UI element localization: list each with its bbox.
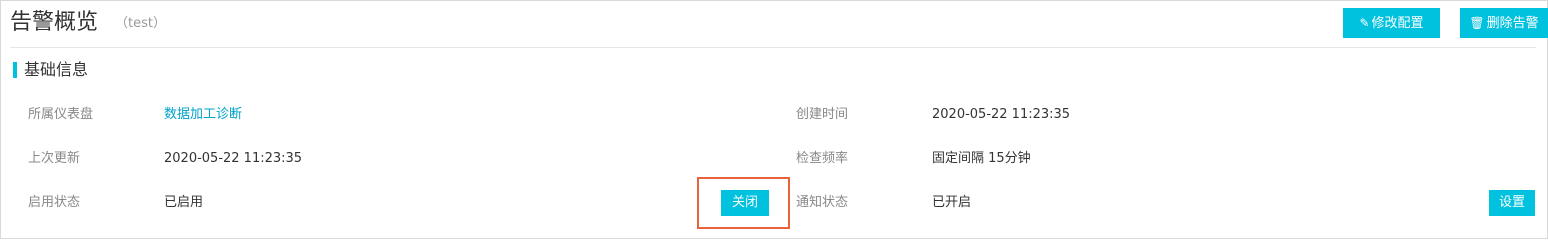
page-subtitle: （test）: [115, 16, 166, 31]
edit-icon: ✎: [1359, 16, 1370, 30]
edit-config-button[interactable]: ✎ 修改配置: [1343, 8, 1440, 38]
created-time-value: 2020-05-22 11:23:35: [932, 107, 1071, 122]
notify-settings-button[interactable]: 设置: [1489, 190, 1535, 216]
last-updated-label: 上次更新: [28, 151, 81, 166]
section-title: 基础信息: [24, 60, 89, 79]
edit-config-label: 修改配置: [1371, 16, 1424, 31]
notify-status-value: 已开启: [932, 195, 972, 210]
enabled-status-value: 已启用: [164, 195, 204, 210]
created-time-label: 创建时间: [796, 107, 849, 122]
check-frequency-label: 检查频率: [796, 151, 849, 166]
page-title: 告警概览: [10, 10, 99, 35]
disable-alert-button[interactable]: 关闭: [721, 190, 769, 216]
last-updated-value: 2020-05-22 11:23:35: [164, 151, 303, 166]
enabled-status-label: 启用状态: [28, 195, 81, 210]
delete-alert-button[interactable]: 🗑 删除告警: [1460, 8, 1548, 38]
delete-alert-label: 删除告警: [1486, 16, 1539, 31]
header-divider: [10, 47, 1536, 48]
dashboard-link[interactable]: 数据加工诊断: [164, 105, 242, 125]
section-marker: [13, 62, 17, 78]
check-frequency-value: 固定间隔 15分钟: [932, 151, 1031, 166]
trash-icon: 🗑: [1469, 16, 1485, 30]
dashboard-label: 所属仪表盘: [28, 107, 94, 122]
notify-status-label: 通知状态: [796, 195, 849, 210]
